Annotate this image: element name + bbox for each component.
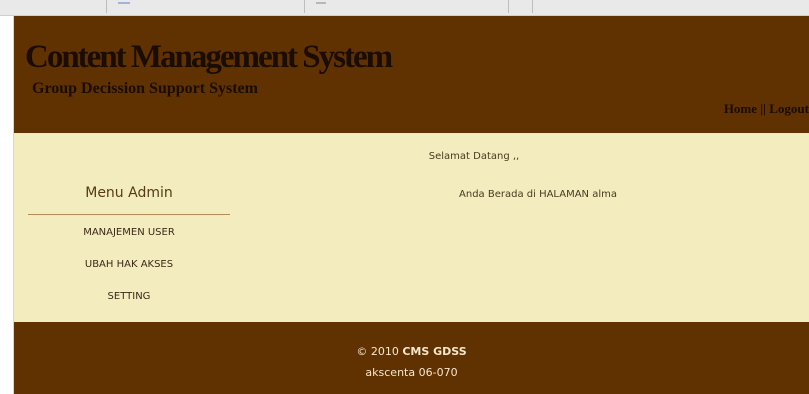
site-header: Content Management System Group Decissio… xyxy=(14,16,809,133)
toolbar-indicator xyxy=(118,2,130,4)
top-nav: Home || Logout xyxy=(724,101,809,117)
copyright-name: CMS GDSS xyxy=(402,345,467,358)
site-footer: © 2010 CMS GDSS akscenta 06-070 xyxy=(14,322,809,394)
menu-admin-heading: Menu Admin xyxy=(85,185,173,201)
toolbar-segment xyxy=(108,0,305,13)
toolbar-segment xyxy=(510,0,533,13)
browser-toolbar-strip xyxy=(0,0,809,16)
copyright-prefix: © 2010 xyxy=(356,345,403,358)
credit-text: akscenta 06-070 xyxy=(365,366,458,379)
menu-item-setting[interactable]: SETTING xyxy=(28,291,230,302)
welcome-text: Selamat Datang ,, xyxy=(428,151,520,162)
site-title: Content Management System xyxy=(25,39,393,75)
toolbar-indicator xyxy=(316,2,326,4)
nav-separator: || xyxy=(757,101,770,116)
location-text: Anda Berada di HALAMAN alma xyxy=(459,189,617,200)
logout-link[interactable]: Logout xyxy=(769,101,809,116)
copyright-text: © 2010 CMS GDSS xyxy=(14,345,809,358)
menu-divider xyxy=(28,214,230,215)
content-area: Menu Admin MANAJEMEN USER UBAH HAK AKSES… xyxy=(14,133,809,322)
toolbar-segment xyxy=(0,0,107,13)
menu-item-manajemen-user[interactable]: MANAJEMEN USER xyxy=(28,227,230,238)
left-frame-edge xyxy=(0,16,14,394)
home-link[interactable]: Home xyxy=(724,101,757,116)
site-subtitle: Group Decission Support System xyxy=(32,80,258,97)
menu-item-ubah-hak-akses[interactable]: UBAH HAK AKSES xyxy=(28,259,230,270)
toolbar-segment xyxy=(306,0,509,13)
